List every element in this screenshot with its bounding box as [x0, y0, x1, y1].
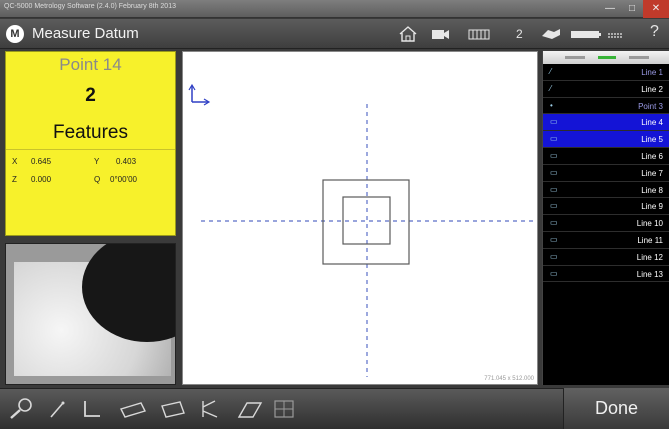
feature-list-item-label: Line 8 [641, 185, 663, 195]
done-button[interactable]: Done [563, 388, 669, 429]
feature-list-item-label: Line 11 [637, 235, 663, 245]
feature-list-item[interactable]: ▭ Line 6 [543, 148, 669, 165]
part-view-canvas[interactable]: 771.045 x 512.000 [182, 51, 538, 385]
help-button[interactable]: ? [650, 24, 659, 40]
canvas-scale-readout: 771.045 x 512.000 [484, 376, 534, 382]
feature-list-item-label: Line 7 [641, 168, 663, 178]
feature-list-item-label: Line 5 [641, 135, 663, 145]
header-count: 2 [516, 27, 523, 41]
feature-list-item-label: Line 2 [641, 84, 663, 94]
list-tab-indicator [565, 56, 585, 59]
app-header: M Measure Datum 2 ? [0, 19, 669, 49]
zoom-tool-icon[interactable] [8, 397, 34, 421]
feature-list-item[interactable]: • Point 3 [543, 98, 669, 115]
feature-list-item[interactable]: ⁄ Line 2 [543, 81, 669, 98]
feature-list-item[interactable]: ▭ Line 7 [543, 165, 669, 182]
feature-count-label: Features [53, 122, 128, 143]
grid-tool-icon[interactable] [272, 397, 296, 421]
part-edge-shape [82, 244, 175, 342]
minimize-button[interactable]: — [599, 0, 621, 18]
feature-list-item-label: Line 1 [641, 68, 663, 77]
feature-list-item[interactable]: ▭ Line 13 [543, 266, 669, 283]
point-tool-icon[interactable] [197, 397, 223, 421]
feature-list-item[interactable]: ▭ Line 4 [543, 114, 669, 132]
camera-icon[interactable] [431, 26, 451, 45]
window-title: QC-5000 Metrology Software (2.4.0) Febru… [4, 3, 176, 10]
feature-name: Point 14 [59, 55, 122, 74]
os-titlebar: QC-5000 Metrology Software (2.4.0) Febru… [0, 0, 669, 18]
battery-icon [570, 26, 602, 45]
feature-list-item-label: Line 10 [636, 219, 663, 229]
measure-icon: ▭ [550, 234, 558, 244]
feature-list-item[interactable]: ▭ Line 8 [543, 182, 669, 199]
camera-view[interactable] [5, 243, 176, 385]
signal-icon [606, 26, 624, 45]
display-icon[interactable] [468, 26, 490, 45]
rectangle-tool-icon[interactable] [158, 397, 188, 421]
feature-list-panel: ⁄ Line 1 ⁄ Line 2 • Point 3 ▭ Line 4 ▭ Line 5 ▭ Lin… [542, 51, 669, 385]
screen-title: Measure Datum [32, 25, 139, 42]
x-label: X [12, 157, 18, 166]
point-icon: • [550, 100, 553, 110]
angle-tool-icon[interactable] [80, 397, 104, 421]
feature-info-panel: Point 14 2 Features X 0.645 Y 0.403 Z 0.… [5, 51, 176, 236]
ellipse-tool-icon[interactable] [117, 397, 149, 421]
part-view-drawing [188, 83, 533, 377]
list-tab-indicator [629, 56, 649, 59]
feature-list-item[interactable]: ▭ Line 12 [543, 249, 669, 266]
window-controls: — □ ✕ [599, 0, 669, 18]
z-label: Z [12, 175, 17, 184]
line-icon: ⁄ [550, 67, 552, 76]
feature-list-item[interactable]: ▭ Line 5 [543, 131, 669, 148]
feature-count: 2 [85, 85, 96, 106]
y-value: 0.403 [116, 157, 137, 166]
q-label: Q [94, 175, 101, 184]
measure-icon: ▭ [550, 201, 558, 211]
measure-icon: ▭ [550, 167, 558, 177]
app-window: QC-5000 Metrology Software (2.4.0) Febru… [0, 0, 669, 429]
feature-divider [6, 149, 175, 150]
feature-list-header[interactable] [543, 51, 669, 64]
parallelogram-tool-icon[interactable] [235, 397, 265, 421]
feature-list-item-label: Line 12 [636, 252, 663, 262]
measure-icon: ▭ [550, 134, 558, 144]
home-icon[interactable] [398, 26, 418, 45]
camera-image [14, 244, 175, 376]
measure-icon: ▭ [550, 268, 558, 278]
line-tool-icon[interactable] [47, 397, 69, 421]
measure-icon: ▭ [550, 117, 558, 127]
feature-list-item[interactable]: ▭ Line 10 [543, 215, 669, 232]
measure-icon: ▭ [550, 251, 558, 261]
measure-icon: ▭ [550, 184, 558, 194]
feature-list-item-label: Point 3 [638, 101, 663, 111]
maximize-button[interactable]: □ [621, 0, 643, 18]
feature-list-item-label: Line 9 [641, 202, 663, 212]
y-label: Y [94, 157, 100, 166]
measure-icon: ▭ [550, 218, 558, 228]
outer-square [322, 179, 410, 265]
feature-list: ⁄ Line 1 ⁄ Line 2 • Point 3 ▭ Line 4 ▭ Line 5 ▭ Lin… [543, 64, 669, 283]
list-tab-indicator-active [598, 56, 616, 59]
measure-icon: ▭ [550, 150, 558, 160]
inner-square [342, 196, 391, 245]
feature-list-item[interactable]: ▭ Line 9 [543, 198, 669, 216]
x-value: 0.645 [31, 157, 52, 166]
feature-list-item-label: Line 13 [636, 269, 663, 279]
app-logo[interactable]: M [6, 25, 24, 43]
origin-axes-icon [188, 83, 211, 106]
q-value: 0°00'00 [110, 175, 137, 184]
close-button[interactable]: ✕ [643, 0, 669, 18]
feature-list-item[interactable]: ▭ Line 11 [543, 232, 669, 249]
feature-list-item[interactable]: ⁄ Line 1 [543, 64, 669, 81]
z-value: 0.000 [31, 175, 52, 184]
hand-icon[interactable] [540, 26, 562, 45]
feature-list-item-label: Line 4 [641, 118, 663, 128]
line-icon: ⁄ [550, 83, 552, 93]
feature-list-item-label: Line 6 [641, 151, 663, 161]
